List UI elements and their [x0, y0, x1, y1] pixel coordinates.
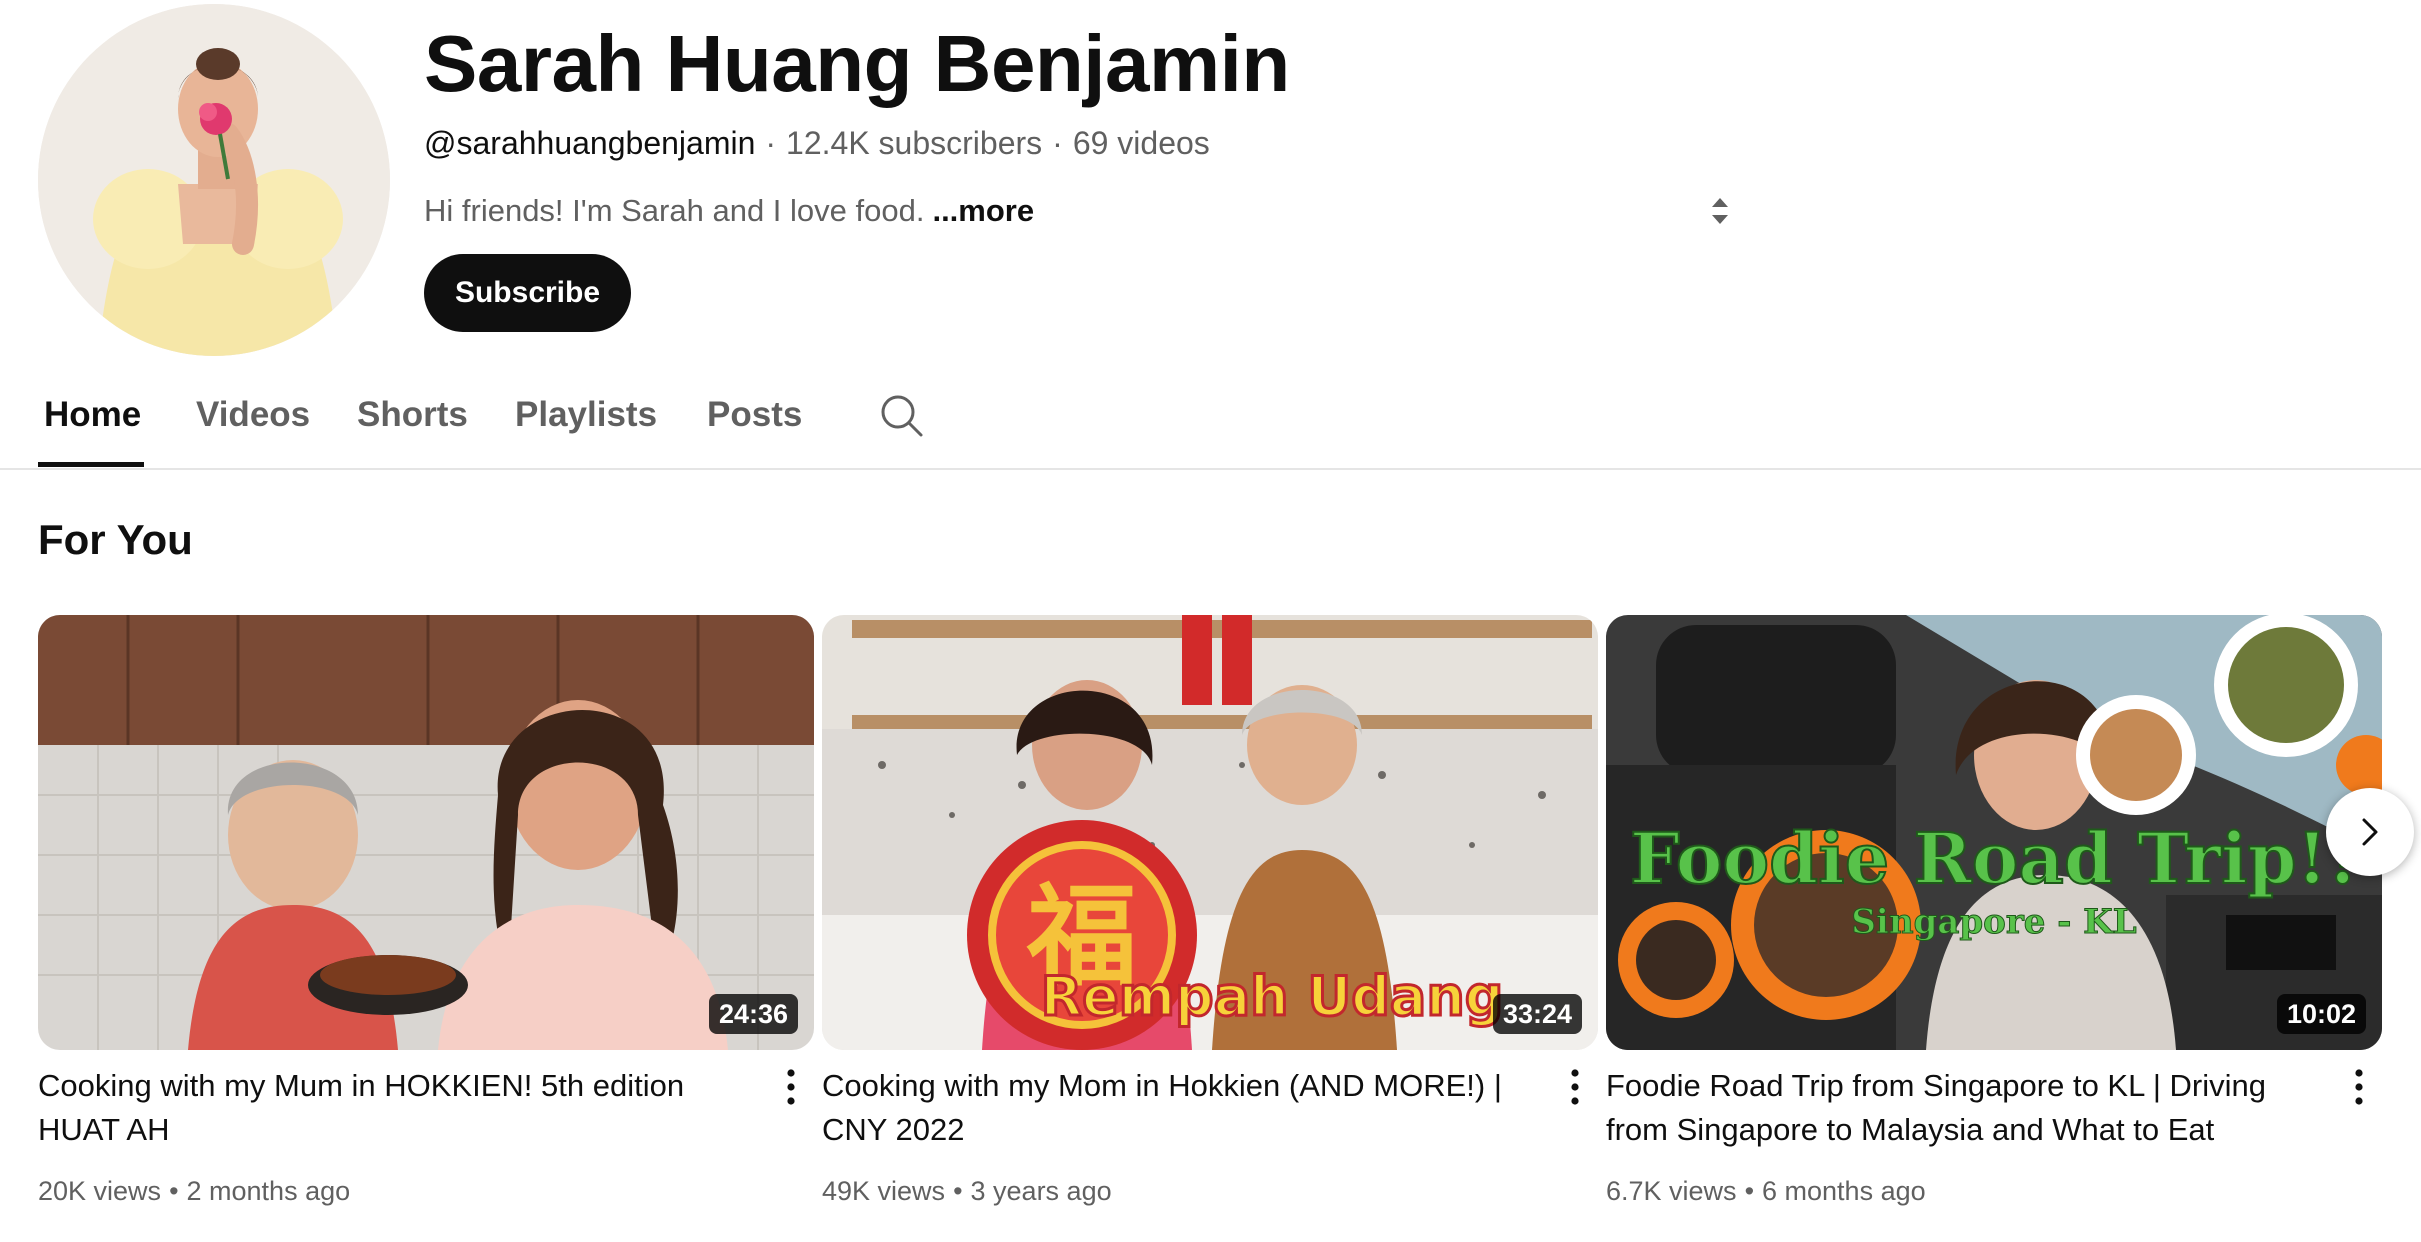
thumb-caption: Foodie Road Trip!! [1630, 817, 2358, 900]
more-link[interactable]: ...more [932, 193, 1034, 228]
channel-meta: @sarahhuangbenjamin · 12.4K subscribers · 69… [424, 122, 1210, 164]
more-vertical-icon[interactable] [2348, 1067, 2370, 1107]
channel-description[interactable]: Hi friends! I'm Sarah and I love food...… [424, 190, 1034, 232]
expand-arrows-icon[interactable] [1708, 196, 1732, 226]
video-card[interactable]: 24:36 Cooking with my Mum in HOKKIEN! 5t… [38, 615, 814, 1206]
subscribe-button[interactable]: Subscribe [424, 254, 631, 332]
channel-page: Sarah Huang Benjamin @sarahhuangbenjamin… [0, 0, 2421, 1242]
video-meta: 49K views • 3 years ago [822, 1173, 1112, 1209]
video-duration: 24:36 [708, 994, 798, 1034]
video-card[interactable]: Foodie Road Trip!! Singapore - KL 10:02 … [1606, 615, 2382, 1206]
tab-playlists[interactable]: Playlists [515, 392, 657, 438]
separator-dot: · [1052, 125, 1063, 161]
channel-avatar[interactable] [38, 4, 390, 356]
video-title[interactable]: Cooking with my Mum in HOKKIEN! 5th edit… [38, 1064, 738, 1152]
separator-dot: • [953, 1176, 963, 1206]
thumb-subcaption: Singapore - KL [1851, 902, 2136, 942]
channel-tabs: Home Videos Shorts Playlists Posts [0, 370, 2421, 470]
avatar-image [38, 4, 390, 356]
video-count: 69 videos [1072, 125, 1210, 161]
video-duration: 10:02 [2276, 994, 2366, 1034]
upload-age: 3 years ago [970, 1176, 1112, 1206]
separator-dot: · [765, 125, 777, 161]
video-title[interactable]: Foodie Road Trip from Singapore to KL | … [1606, 1064, 2306, 1152]
video-card[interactable]: 福 Rempah Udang 33:24 Cooking with my Mom… [822, 615, 1598, 1206]
video-meta: 20K views • 2 months ago [38, 1173, 350, 1209]
separator-dot: • [169, 1176, 179, 1206]
more-vertical-icon[interactable] [780, 1067, 802, 1107]
tab-shorts[interactable]: Shorts [357, 392, 468, 438]
video-duration: 33:24 [1492, 994, 1582, 1034]
tab-videos[interactable]: Videos [196, 392, 310, 438]
active-tab-indicator [38, 462, 144, 467]
view-count: 6.7K views [1606, 1176, 1737, 1206]
tab-posts[interactable]: Posts [707, 392, 802, 438]
video-meta: 6.7K views • 6 months ago [1606, 1173, 1926, 1209]
channel-name: Sarah Huang Benjamin [424, 19, 1290, 108]
subscriber-count: 12.4K subscribers [786, 125, 1043, 161]
video-title[interactable]: Cooking with my Mom in Hokkien (AND MORE… [822, 1064, 1522, 1152]
thumb-caption: Rempah Udang [1041, 965, 1504, 1028]
view-count: 49K views [822, 1176, 946, 1206]
view-count: 20K views [38, 1176, 162, 1206]
more-vertical-icon[interactable] [1564, 1067, 1586, 1107]
separator-dot: • [1744, 1176, 1755, 1206]
search-icon[interactable] [878, 392, 924, 438]
description-text: Hi friends! I'm Sarah and I love food. [424, 193, 925, 228]
video-thumbnail[interactable]: 24:36 [38, 615, 814, 1050]
carousel-next-button[interactable] [2326, 788, 2414, 876]
video-thumbnail[interactable]: 福 Rempah Udang 33:24 [822, 615, 1598, 1050]
video-thumbnail[interactable]: Foodie Road Trip!! Singapore - KL 10:02 [1606, 615, 2382, 1050]
section-title: For You [38, 516, 193, 563]
tab-home[interactable]: Home [44, 392, 141, 438]
upload-age: 6 months ago [1762, 1176, 1926, 1206]
chevron-right-icon [2362, 818, 2378, 846]
channel-handle: @sarahhuangbenjamin [424, 125, 756, 161]
upload-age: 2 months ago [186, 1176, 351, 1206]
